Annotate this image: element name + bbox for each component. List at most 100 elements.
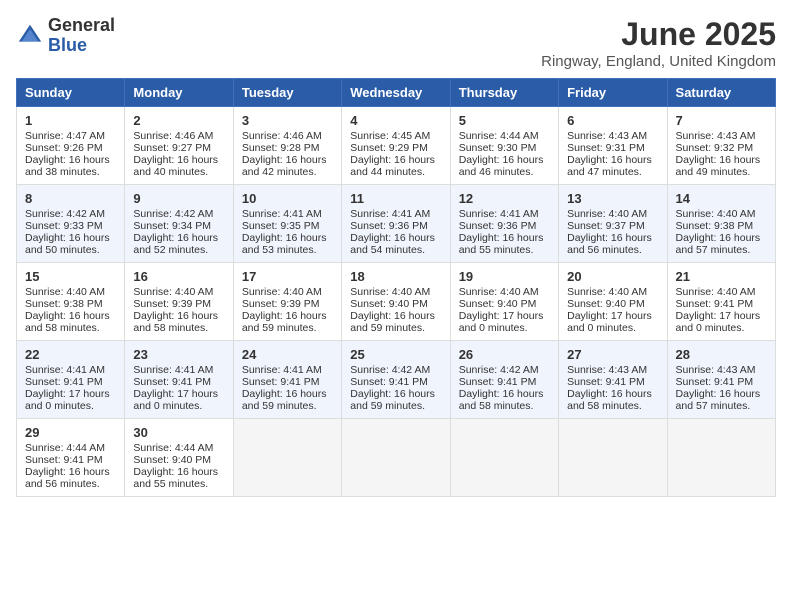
table-row: 17 Sunrise: 4:40 AM Sunset: 9:39 PM Dayl… <box>233 263 341 341</box>
sunset-label: Sunset: 9:39 PM <box>242 298 320 310</box>
daylight-label: Daylight: 16 hours and 57 minutes. <box>676 232 761 256</box>
sunset-label: Sunset: 9:30 PM <box>459 142 537 154</box>
sunset-label: Sunset: 9:41 PM <box>242 376 320 388</box>
daylight-label: Daylight: 17 hours and 0 minutes. <box>459 310 544 334</box>
table-row: 2 Sunrise: 4:46 AM Sunset: 9:27 PM Dayli… <box>125 107 233 185</box>
daylight-label: Daylight: 16 hours and 52 minutes. <box>133 232 218 256</box>
col-thursday: Thursday <box>450 79 558 107</box>
daylight-label: Daylight: 16 hours and 59 minutes. <box>350 388 435 412</box>
table-row: 26 Sunrise: 4:42 AM Sunset: 9:41 PM Dayl… <box>450 341 558 419</box>
daylight-label: Daylight: 17 hours and 0 minutes. <box>133 388 218 412</box>
daylight-label: Daylight: 16 hours and 59 minutes. <box>350 310 435 334</box>
sunrise-label: Sunrise: 4:44 AM <box>25 442 105 454</box>
sunrise-label: Sunrise: 4:43 AM <box>676 130 756 142</box>
table-row: 24 Sunrise: 4:41 AM Sunset: 9:41 PM Dayl… <box>233 341 341 419</box>
table-row: 22 Sunrise: 4:41 AM Sunset: 9:41 PM Dayl… <box>17 341 125 419</box>
sunrise-label: Sunrise: 4:44 AM <box>459 130 539 142</box>
day-number: 7 <box>676 113 767 128</box>
sunrise-label: Sunrise: 4:46 AM <box>242 130 322 142</box>
sunset-label: Sunset: 9:40 PM <box>350 298 428 310</box>
logo: General Blue <box>16 16 115 56</box>
sunset-label: Sunset: 9:28 PM <box>242 142 320 154</box>
daylight-label: Daylight: 16 hours and 56 minutes. <box>567 232 652 256</box>
sunrise-label: Sunrise: 4:42 AM <box>25 208 105 220</box>
table-row: 23 Sunrise: 4:41 AM Sunset: 9:41 PM Dayl… <box>125 341 233 419</box>
month-title: June 2025 <box>541 16 776 53</box>
logo-general-text: General <box>48 16 115 36</box>
table-row: 8 Sunrise: 4:42 AM Sunset: 9:33 PM Dayli… <box>17 185 125 263</box>
daylight-label: Daylight: 16 hours and 58 minutes. <box>567 388 652 412</box>
table-row: 5 Sunrise: 4:44 AM Sunset: 9:30 PM Dayli… <box>450 107 558 185</box>
table-row: 13 Sunrise: 4:40 AM Sunset: 9:37 PM Dayl… <box>559 185 667 263</box>
sunset-label: Sunset: 9:40 PM <box>133 454 211 466</box>
sunset-label: Sunset: 9:29 PM <box>350 142 428 154</box>
sunset-label: Sunset: 9:41 PM <box>676 376 754 388</box>
calendar-row: 8 Sunrise: 4:42 AM Sunset: 9:33 PM Dayli… <box>17 185 776 263</box>
title-block: June 2025 Ringway, England, United Kingd… <box>541 16 776 70</box>
daylight-label: Daylight: 16 hours and 47 minutes. <box>567 154 652 178</box>
table-row: 1 Sunrise: 4:47 AM Sunset: 9:26 PM Dayli… <box>17 107 125 185</box>
daylight-label: Daylight: 16 hours and 57 minutes. <box>676 388 761 412</box>
day-number: 29 <box>25 425 116 440</box>
day-number: 18 <box>350 269 441 284</box>
daylight-label: Daylight: 16 hours and 58 minutes. <box>25 310 110 334</box>
logo-icon <box>16 22 44 50</box>
daylight-label: Daylight: 16 hours and 53 minutes. <box>242 232 327 256</box>
table-row: 14 Sunrise: 4:40 AM Sunset: 9:38 PM Dayl… <box>667 185 775 263</box>
sunset-label: Sunset: 9:36 PM <box>350 220 428 232</box>
sunset-label: Sunset: 9:41 PM <box>459 376 537 388</box>
daylight-label: Daylight: 16 hours and 50 minutes. <box>25 232 110 256</box>
col-wednesday: Wednesday <box>342 79 450 107</box>
day-number: 9 <box>133 191 224 206</box>
day-number: 2 <box>133 113 224 128</box>
sunrise-label: Sunrise: 4:40 AM <box>133 286 213 298</box>
table-row <box>233 419 341 497</box>
col-monday: Monday <box>125 79 233 107</box>
sunrise-label: Sunrise: 4:41 AM <box>133 364 213 376</box>
col-friday: Friday <box>559 79 667 107</box>
table-row: 29 Sunrise: 4:44 AM Sunset: 9:41 PM Dayl… <box>17 419 125 497</box>
calendar-row: 15 Sunrise: 4:40 AM Sunset: 9:38 PM Dayl… <box>17 263 776 341</box>
day-number: 5 <box>459 113 550 128</box>
sunrise-label: Sunrise: 4:40 AM <box>567 286 647 298</box>
daylight-label: Daylight: 16 hours and 46 minutes. <box>459 154 544 178</box>
table-row: 30 Sunrise: 4:44 AM Sunset: 9:40 PM Dayl… <box>125 419 233 497</box>
col-tuesday: Tuesday <box>233 79 341 107</box>
table-row: 12 Sunrise: 4:41 AM Sunset: 9:36 PM Dayl… <box>450 185 558 263</box>
daylight-label: Daylight: 16 hours and 56 minutes. <box>25 466 110 490</box>
day-number: 27 <box>567 347 658 362</box>
sunset-label: Sunset: 9:41 PM <box>25 454 103 466</box>
sunrise-label: Sunrise: 4:43 AM <box>567 130 647 142</box>
table-row: 9 Sunrise: 4:42 AM Sunset: 9:34 PM Dayli… <box>125 185 233 263</box>
sunset-label: Sunset: 9:35 PM <box>242 220 320 232</box>
day-number: 30 <box>133 425 224 440</box>
sunrise-label: Sunrise: 4:40 AM <box>676 208 756 220</box>
table-row: 27 Sunrise: 4:43 AM Sunset: 9:41 PM Dayl… <box>559 341 667 419</box>
day-number: 16 <box>133 269 224 284</box>
daylight-label: Daylight: 16 hours and 59 minutes. <box>242 310 327 334</box>
table-row: 6 Sunrise: 4:43 AM Sunset: 9:31 PM Dayli… <box>559 107 667 185</box>
sunset-label: Sunset: 9:41 PM <box>350 376 428 388</box>
logo-blue-text: Blue <box>48 36 115 56</box>
page-header: General Blue June 2025 Ringway, England,… <box>16 16 776 70</box>
daylight-label: Daylight: 16 hours and 58 minutes. <box>459 388 544 412</box>
sunrise-label: Sunrise: 4:42 AM <box>459 364 539 376</box>
day-number: 14 <box>676 191 767 206</box>
table-row <box>667 419 775 497</box>
daylight-label: Daylight: 16 hours and 49 minutes. <box>676 154 761 178</box>
table-row: 21 Sunrise: 4:40 AM Sunset: 9:41 PM Dayl… <box>667 263 775 341</box>
daylight-label: Daylight: 17 hours and 0 minutes. <box>676 310 761 334</box>
day-number: 22 <box>25 347 116 362</box>
daylight-label: Daylight: 16 hours and 55 minutes. <box>133 466 218 490</box>
table-row <box>342 419 450 497</box>
sunset-label: Sunset: 9:31 PM <box>567 142 645 154</box>
sunrise-label: Sunrise: 4:46 AM <box>133 130 213 142</box>
table-row: 25 Sunrise: 4:42 AM Sunset: 9:41 PM Dayl… <box>342 341 450 419</box>
calendar-row: 29 Sunrise: 4:44 AM Sunset: 9:41 PM Dayl… <box>17 419 776 497</box>
day-number: 6 <box>567 113 658 128</box>
calendar-row: 1 Sunrise: 4:47 AM Sunset: 9:26 PM Dayli… <box>17 107 776 185</box>
sunrise-label: Sunrise: 4:47 AM <box>25 130 105 142</box>
daylight-label: Daylight: 16 hours and 58 minutes. <box>133 310 218 334</box>
sunrise-label: Sunrise: 4:40 AM <box>25 286 105 298</box>
table-row: 28 Sunrise: 4:43 AM Sunset: 9:41 PM Dayl… <box>667 341 775 419</box>
